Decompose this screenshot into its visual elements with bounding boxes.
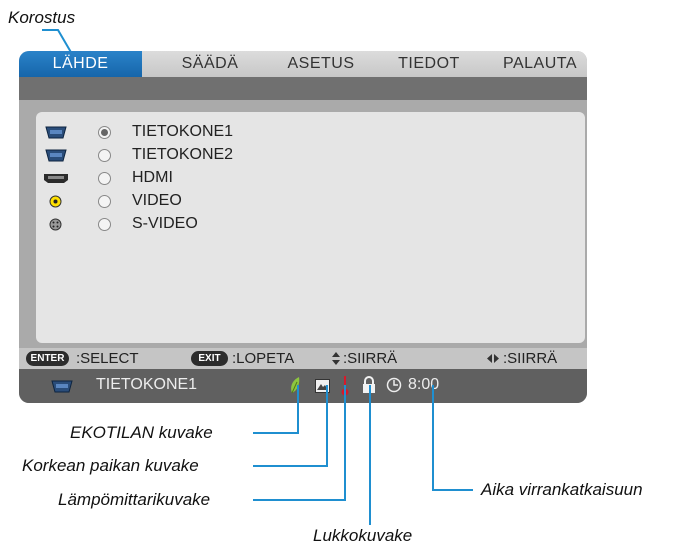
callout-altitude: Korkean paikan kuvake: [22, 456, 199, 475]
callout-timer: Aika virrankatkaisuun: [481, 480, 643, 499]
callout-line-eco: [253, 385, 299, 434]
callout-line-altitude: [253, 385, 328, 467]
callout-thermometer: Lämpömittarikuvake: [58, 490, 211, 509]
callout-line-timer: [432, 385, 473, 491]
callout-lock: Lukkokuvake: [313, 526, 413, 545]
callout-eco: EKOTILAN kuvake: [70, 423, 213, 442]
